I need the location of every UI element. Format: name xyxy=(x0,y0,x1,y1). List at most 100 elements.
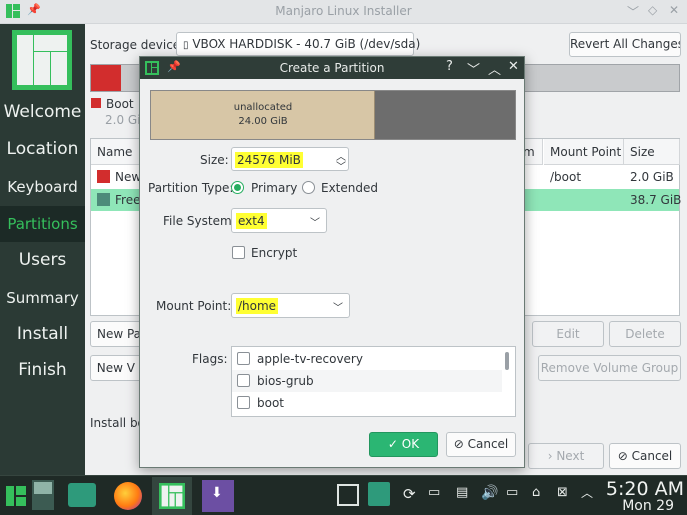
file-system-label: File System: xyxy=(163,214,236,228)
row-size: 38.7 GiB xyxy=(630,193,682,207)
network-disconnected-icon[interactable]: ⊠ xyxy=(557,485,568,500)
sidebar-item-summary: Summary xyxy=(6,289,79,307)
installer-download-icon[interactable]: ⬇ xyxy=(202,480,234,512)
minimize-icon[interactable]: ﹀ xyxy=(467,59,480,78)
ok-button[interactable]: ✓ OK xyxy=(369,432,438,457)
edit-button[interactable]: Edit xyxy=(532,321,604,347)
cancel-button[interactable]: ⊘ Cancel xyxy=(609,443,681,469)
flag-checkbox[interactable] xyxy=(237,374,250,387)
minimize-icon[interactable]: ﹀ xyxy=(627,3,639,20)
primary-radio-label[interactable]: Primary xyxy=(251,181,297,195)
delete-button[interactable]: Delete xyxy=(609,321,681,347)
legend-boot-label: Boot xyxy=(106,97,134,111)
close-icon[interactable]: ✕ xyxy=(669,3,679,17)
storage-device-value: VBOX HARDDISK - 40.7 GiB (/dev/sda) xyxy=(192,37,421,51)
window-titlebar: 📌 Manjaro Linux Installer ﹀ ◇ ✕ xyxy=(0,0,687,24)
sidebar-item-users: Users xyxy=(18,250,67,270)
next-button[interactable]: › Next xyxy=(528,443,604,469)
list-item[interactable]: boot xyxy=(232,392,502,414)
partition-color-swatch xyxy=(97,170,110,183)
flags-label: Flags: xyxy=(192,352,228,366)
flag-checkbox[interactable] xyxy=(237,352,250,365)
create-partition-dialog: 📌 Create a Partition ? ﹀ ︿ ✕ unallocated… xyxy=(139,56,525,468)
column-header-mount-point[interactable]: Mount Point xyxy=(544,139,624,165)
storage-device-select[interactable]: ▯ VBOX HARDDISK - 40.7 GiB (/dev/sda) xyxy=(176,32,420,56)
clipboard-icon[interactable] xyxy=(368,482,390,506)
size-value: 24576 MiB xyxy=(235,152,303,168)
maximize-icon[interactable]: ◇ xyxy=(648,3,657,17)
file-system-select[interactable]: ext4 ﹀ xyxy=(231,208,327,233)
partition-bar-boot-segment xyxy=(91,65,121,91)
hard-disk-icon: ▯ xyxy=(183,40,189,51)
cancel-icon: ⊘ xyxy=(617,449,628,463)
sidebar: Welcome Location Keyboard Partitions Use… xyxy=(0,24,85,475)
file-system-value: ext4 xyxy=(236,213,267,229)
dialog-titlebar: 📌 Create a Partition ? ﹀ ︿ ✕ xyxy=(140,57,524,79)
desktop-pager-icon[interactable] xyxy=(32,480,54,510)
show-desktop-icon[interactable] xyxy=(337,484,359,506)
sidebar-item-keyboard: Keyboard xyxy=(7,178,78,196)
row-size: 2.0 GiB xyxy=(630,170,674,184)
sidebar-item-location: Location xyxy=(6,139,79,159)
extended-radio-label[interactable]: Extended xyxy=(321,181,378,195)
row-mount: /boot xyxy=(550,170,582,184)
unallocated-label: unallocated 24.00 GiB xyxy=(233,102,293,127)
check-icon: ✓ xyxy=(387,437,398,451)
spin-down-icon[interactable]: ﹀ xyxy=(336,158,346,173)
remove-volume-group-button[interactable]: Remove Volume Group xyxy=(538,355,681,381)
update-icon[interactable]: ⟳ xyxy=(403,485,416,503)
terminal-icon[interactable]: ▭ xyxy=(428,485,440,500)
row-name: Free xyxy=(115,193,141,207)
help-icon[interactable]: ? xyxy=(446,59,453,74)
revert-all-changes-button[interactable]: Revert All Changes xyxy=(569,32,681,57)
flag-checkbox[interactable] xyxy=(237,396,250,409)
sidebar-item-partitions: Partitions xyxy=(0,206,85,242)
firefox-icon[interactable] xyxy=(114,482,142,510)
maximize-icon[interactable]: ︿ xyxy=(488,59,501,78)
list-item[interactable]: apple-tv-recovery xyxy=(232,348,502,370)
usb-device-icon[interactable]: ⌂ xyxy=(532,485,540,500)
sidebar-item-install: Install xyxy=(16,324,69,344)
printer-icon[interactable]: ▤ xyxy=(456,485,468,500)
application-menu-icon[interactable] xyxy=(6,486,26,506)
flag-label: bios-grub xyxy=(257,374,314,388)
clock-date[interactable]: Mon 29 xyxy=(604,498,674,514)
close-icon[interactable]: ✕ xyxy=(508,59,519,74)
sidebar-item-welcome: Welcome xyxy=(3,102,82,122)
row-name: New xyxy=(115,170,142,184)
taskbar: ⬇ ⟳ ▭ ▤ 🔊 ▭ ⌂ ⊠ ︿ 5:20 AM Mon 29 xyxy=(0,475,687,515)
window-title: Manjaro Linux Installer xyxy=(275,4,412,18)
mount-point-label: Mount Point: xyxy=(156,299,232,313)
chevron-down-icon[interactable]: ﹀ xyxy=(333,299,343,314)
encrypt-checkbox[interactable] xyxy=(232,246,245,259)
tray-expand-icon[interactable]: ︿ xyxy=(581,484,593,501)
battery-icon[interactable]: ▭ xyxy=(506,485,518,500)
chevron-down-icon: ﹀ xyxy=(310,218,320,229)
dialog-partition-bar: unallocated 24.00 GiB xyxy=(150,90,516,140)
cancel-icon: ⊘ xyxy=(453,437,464,451)
flags-list[interactable]: apple-tv-recovery bios-grub boot xyxy=(231,346,516,417)
partition-type-label: Partition Type: xyxy=(148,181,234,195)
flags-scrollbar[interactable] xyxy=(505,352,509,370)
mount-point-value: /home xyxy=(236,298,279,314)
clock-time[interactable]: 5:20 AM xyxy=(604,478,684,500)
legend-boot-swatch xyxy=(91,98,101,108)
install-bootloader-label: Install bo xyxy=(90,416,145,430)
storage-device-label: Storage device: xyxy=(90,38,185,52)
size-spinbox[interactable]: 24576 MiB ︿ ﹀ xyxy=(231,147,349,173)
primary-radio[interactable] xyxy=(231,181,244,194)
encrypt-label[interactable]: Encrypt xyxy=(251,246,297,260)
list-item[interactable]: bios-grub xyxy=(232,370,502,392)
installer-task-icon[interactable] xyxy=(152,477,192,515)
dialog-cancel-button[interactable]: ⊘ Cancel xyxy=(446,432,516,457)
size-label: Size: xyxy=(200,153,229,167)
volume-icon[interactable]: 🔊 xyxy=(481,485,498,501)
flag-label: boot xyxy=(257,396,285,410)
partition-color-swatch xyxy=(97,193,110,206)
file-manager-icon[interactable] xyxy=(68,483,96,507)
mount-point-combobox[interactable]: /home ﹀ xyxy=(231,293,350,318)
column-header-size[interactable]: Size xyxy=(624,139,680,165)
extended-radio[interactable] xyxy=(302,181,315,194)
next-arrow-icon: › xyxy=(547,449,553,463)
flag-label: apple-tv-recovery xyxy=(257,352,363,366)
